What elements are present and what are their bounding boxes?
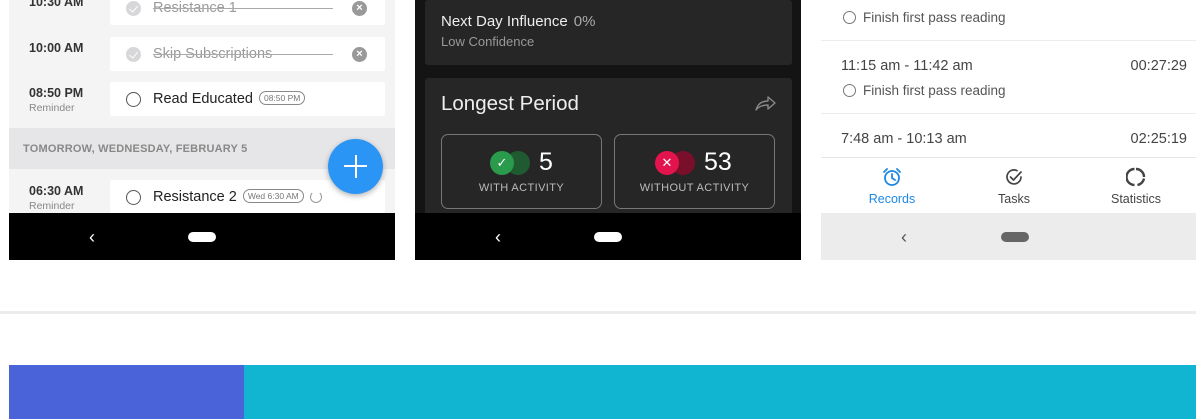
longest-period-card: Longest Period ✓ 5 WITH ACTIVITY ✕ 53 WI… (425, 78, 792, 218)
cyan-banner-block (244, 365, 1196, 419)
cross-icon: ✕ (661, 155, 673, 170)
influence-label: Next Day Influence (441, 13, 568, 30)
task-card[interactable]: Skip Subscriptions × (110, 37, 385, 71)
check-icon: ✓ (496, 155, 508, 170)
task-label: Read Educated 08:50 PM (153, 91, 306, 107)
checked-icon[interactable] (126, 1, 141, 16)
confidence-label: Low Confidence (441, 34, 535, 49)
without-activity-value: 53 (704, 148, 732, 176)
task-label: Resistance 2 Wed 6:30 AM (153, 189, 304, 205)
strikethrough (153, 54, 333, 55)
task-card[interactable]: Read Educated 08:50 PM (110, 82, 385, 116)
with-activity-box[interactable]: ✓ 5 WITH ACTIVITY (441, 134, 602, 209)
section-divider (0, 311, 1196, 314)
records-screen: Finish first pass reading 11:15 am - 11:… (821, 0, 1196, 260)
system-nav-bar: ‹ (9, 213, 395, 260)
record-task: Finish first pass reading (863, 10, 1006, 25)
task-time: 08:50 PM (29, 86, 84, 100)
record-row[interactable]: Finish first pass reading (821, 0, 1196, 41)
unchecked-icon[interactable] (126, 190, 141, 205)
unchecked-icon[interactable] (126, 92, 141, 107)
back-chevron-icon[interactable]: ‹ (901, 227, 915, 247)
task-reminder-tag: Reminder (29, 102, 75, 114)
strikethrough (153, 8, 333, 9)
insights-screen: Next Day Influence 0% Low Confidence Long… (415, 0, 801, 260)
influence-card: Next Day Influence 0% Low Confidence (425, 0, 792, 65)
checked-icon[interactable] (126, 47, 141, 62)
task-reminder-tag: Reminder (29, 200, 75, 212)
alarm-clock-icon (883, 168, 901, 186)
tab-records-label: Records (868, 192, 916, 206)
task-card[interactable]: Resistance 1 × (110, 0, 385, 25)
home-pill-icon[interactable] (1001, 232, 1029, 242)
task-label-text: Resistance 2 (153, 189, 237, 205)
remove-icon[interactable]: × (352, 47, 367, 62)
bottom-tab-bar: Records Tasks Statistics (821, 157, 1196, 212)
tab-records[interactable]: Records (847, 158, 937, 213)
record-row[interactable]: 11:15 am - 11:42 am 00:27:29 Finish firs… (821, 41, 1196, 114)
task-time: 10:00 AM (29, 41, 84, 55)
task-label-text: Read Educated (153, 91, 253, 107)
system-nav-bar: ‹ (821, 213, 1196, 260)
add-task-button[interactable] (328, 139, 383, 194)
back-chevron-icon[interactable]: ‹ (495, 227, 509, 247)
day-section-title: TOMORROW, WEDNESDAY, FEBRUARY 5 (23, 143, 248, 155)
task-row[interactable]: 08:50 PM Reminder Read Educated 08:50 PM (9, 82, 395, 118)
with-activity-value: 5 (539, 148, 553, 176)
longest-period-title: Longest Period (441, 92, 579, 115)
remove-icon[interactable]: × (352, 1, 367, 16)
record-task: Finish first pass reading (863, 83, 1006, 98)
influence-line: Next Day Influence 0% (441, 13, 595, 30)
tasks-screen: 10:30 AM Resistance 1 × 10:00 AM Skip Su… (9, 0, 395, 260)
tab-statistics-label: Statistics (1110, 192, 1161, 206)
tab-tasks-label: Tasks (998, 192, 1030, 206)
repeat-icon (310, 191, 322, 203)
without-activity-caption: WITHOUT ACTIVITY (639, 182, 750, 194)
record-time-range: 11:15 am - 11:42 am (841, 58, 973, 74)
back-chevron-icon[interactable]: ‹ (89, 227, 103, 247)
with-activity-caption: WITH ACTIVITY (478, 182, 565, 194)
record-duration: 02:25:19 (1130, 131, 1187, 147)
record-duration: 00:27:29 (1130, 58, 1187, 74)
reminder-pill: 08:50 PM (258, 91, 306, 105)
system-nav-bar: ‹ (415, 213, 801, 260)
reminder-pill: Wed 6:30 AM (242, 189, 304, 203)
tab-tasks[interactable]: Tasks (969, 158, 1059, 213)
tab-statistics[interactable]: Statistics (1091, 158, 1181, 213)
record-time-range: 7:48 am - 10:13 am (841, 131, 967, 147)
home-pill-icon[interactable] (188, 232, 216, 242)
ring-chart-icon (1126, 167, 1146, 187)
task-time: 10:30 AM (29, 0, 84, 9)
influence-value: 0% (573, 13, 596, 30)
share-arrow-icon[interactable] (754, 95, 776, 111)
task-row[interactable]: 10:30 AM Resistance 1 × (9, 0, 395, 27)
without-activity-box[interactable]: ✕ 53 WITHOUT ACTIVITY (614, 134, 775, 209)
task-circle-icon (843, 11, 856, 24)
blue-banner-block (9, 365, 244, 419)
home-pill-icon[interactable] (594, 232, 622, 242)
check-circle-icon (1006, 169, 1022, 185)
task-time: 06:30 AM (29, 184, 84, 198)
task-circle-icon (843, 84, 856, 97)
task-row[interactable]: 10:00 AM Skip Subscriptions × (9, 37, 395, 73)
